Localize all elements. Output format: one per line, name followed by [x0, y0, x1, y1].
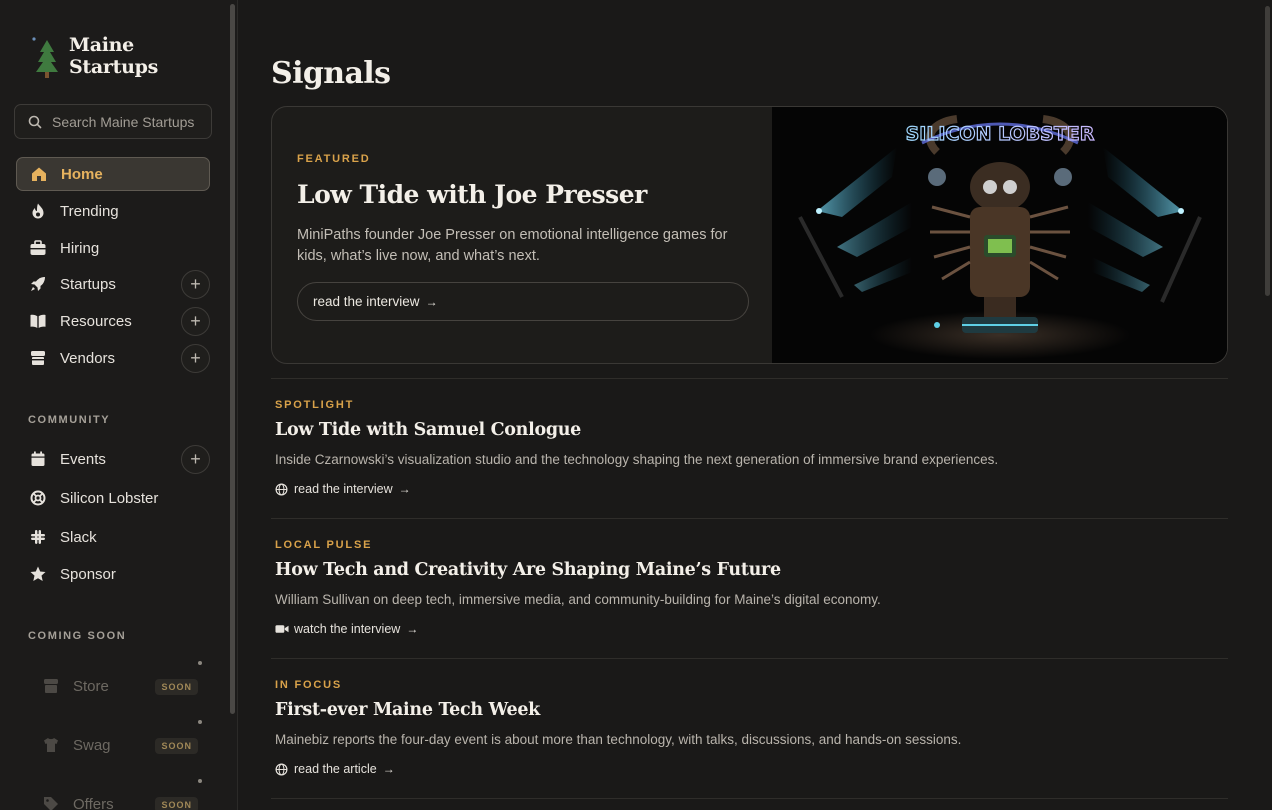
nav-item-label: Events: [60, 450, 106, 468]
expand-resources-button[interactable]: +: [181, 307, 210, 336]
section-label-community: COMMUNITY: [28, 414, 111, 426]
globe-icon: [275, 482, 289, 496]
main-scrollbar-thumb[interactable]: [1265, 6, 1270, 296]
soon-item-offers: Offers SOON: [28, 779, 210, 810]
featured-image[interactable]: SILICON LOBSTER: [772, 107, 1227, 363]
article-kicker: LOCAL PULSE: [275, 539, 373, 551]
article-summary: William Sullivan on deep tech, immersive…: [275, 592, 881, 607]
nav-item-label: Trending: [60, 202, 119, 220]
expand-vendors-button[interactable]: +: [181, 344, 210, 373]
link-label: watch the interview: [294, 622, 401, 636]
brand-name: Maine Startups: [69, 34, 158, 78]
flame-icon: [29, 202, 47, 220]
neon-sign-text: SILICON LOBSTER: [906, 123, 1095, 145]
article-title[interactable]: Low Tide with Samuel Conlogue: [275, 420, 581, 440]
nav-item-label: Sponsor: [60, 565, 116, 583]
calendar-icon: [29, 450, 47, 468]
briefcase-icon: [29, 239, 47, 257]
expand-startups-button[interactable]: +: [181, 270, 210, 299]
nav-item-hiring[interactable]: Hiring: [16, 231, 210, 265]
sidebar-scrollbar-thumb[interactable]: [230, 4, 235, 714]
read-interview-link[interactable]: read the interview →: [275, 482, 411, 496]
article-summary: Inside Czarnowski’s visualization studio…: [275, 452, 999, 467]
article-divider: [271, 798, 1228, 810]
soon-item-label: Offers: [73, 795, 114, 810]
nav-item-trending[interactable]: Trending: [16, 194, 210, 228]
nav-item-sponsor[interactable]: Sponsor: [16, 557, 210, 591]
sidebar-scrollbar[interactable]: [228, 0, 238, 810]
expand-events-button[interactable]: +: [181, 445, 210, 474]
home-icon: [30, 165, 48, 183]
search-box[interactable]: [14, 104, 212, 139]
sidebar: Maine Startups Home Trending Hiring Star…: [0, 0, 228, 810]
read-interview-button[interactable]: read the interview →: [297, 282, 749, 321]
nav-item-home[interactable]: Home: [16, 157, 210, 191]
arrow-right-icon: →: [398, 482, 411, 496]
article-card[interactable]: LOCAL PULSE How Tech and Creativity Are …: [271, 518, 1228, 658]
rocket-icon: [29, 275, 47, 293]
link-label: read the article: [294, 762, 377, 776]
lifebuoy-icon: [29, 489, 47, 507]
globe-icon: [275, 762, 289, 776]
book-icon: [29, 312, 47, 330]
soon-badge: SOON: [155, 738, 198, 754]
nav-item-events[interactable]: Events +: [16, 442, 210, 476]
soon-item-swag: Swag SOON: [28, 720, 210, 763]
store-icon: [42, 677, 60, 695]
article-title[interactable]: How Tech and Creativity Are Shaping Main…: [275, 560, 781, 580]
soon-badge: SOON: [155, 679, 198, 695]
nav-item-vendors[interactable]: Vendors +: [16, 341, 210, 375]
main-scrollbar[interactable]: [1262, 0, 1272, 810]
soon-item-label: Swag: [73, 736, 111, 754]
soon-item-store: Store SOON: [28, 661, 210, 704]
search-icon: [27, 114, 43, 130]
page-title: Signals: [271, 56, 391, 91]
nav-item-label: Home: [61, 165, 103, 183]
arrow-right-icon: →: [425, 294, 438, 309]
cta-label: read the interview: [313, 294, 420, 309]
article-kicker: SPOTLIGHT: [275, 399, 355, 411]
nav-item-startups[interactable]: Startups +: [16, 267, 210, 301]
nav-item-label: Resources: [60, 312, 132, 330]
featured-title[interactable]: Low Tide with Joe Presser: [297, 180, 647, 209]
featured-kicker: FEATURED: [297, 153, 371, 165]
slack-icon: [29, 528, 47, 546]
nav-item-label: Hiring: [60, 239, 100, 257]
soon-badge: SOON: [155, 797, 198, 810]
video-icon: [275, 622, 289, 636]
pine-tree-icon: [28, 32, 66, 80]
nav-item-resources[interactable]: Resources +: [16, 304, 210, 338]
article-card[interactable]: SPOTLIGHT Low Tide with Samuel Conlogue …: [271, 378, 1228, 518]
nav-item-label: Vendors: [60, 349, 116, 367]
featured-card[interactable]: FEATURED Low Tide with Joe Presser MiniP…: [271, 106, 1228, 364]
shirt-icon: [42, 736, 60, 754]
read-article-link[interactable]: read the article →: [275, 762, 395, 776]
featured-description: MiniPaths founder Joe Presser on emotion…: [297, 227, 728, 264]
article-card[interactable]: IN FOCUS First-ever Maine Tech Week Main…: [271, 658, 1228, 798]
nav-item-label: Silicon Lobster: [60, 489, 159, 507]
soon-item-label: Store: [73, 677, 109, 695]
nav-item-label: Startups: [60, 275, 116, 293]
article-kicker: IN FOCUS: [275, 679, 342, 691]
link-label: read the interview: [294, 482, 393, 496]
watch-interview-link[interactable]: watch the interview →: [275, 622, 418, 636]
arrow-right-icon: →: [382, 762, 395, 776]
section-label-coming-soon: COMING SOON: [28, 630, 127, 642]
brand-link[interactable]: Maine Startups: [28, 32, 228, 80]
status-dot: [198, 779, 202, 783]
status-dot: [198, 661, 202, 665]
search-input[interactable]: [52, 113, 202, 130]
article-title[interactable]: First-ever Maine Tech Week: [275, 700, 540, 720]
store-icon: [29, 349, 47, 367]
status-dot: [198, 720, 202, 724]
nav-item-slack[interactable]: Slack: [16, 520, 210, 554]
tag-icon: [42, 795, 60, 810]
nav-item-label: Slack: [60, 528, 97, 546]
nav-item-silicon-lobster[interactable]: Silicon Lobster: [16, 481, 210, 515]
star-icon: [29, 565, 47, 583]
article-summary: Mainebiz reports the four-day event is a…: [275, 732, 962, 747]
arrow-right-icon: →: [406, 622, 419, 636]
